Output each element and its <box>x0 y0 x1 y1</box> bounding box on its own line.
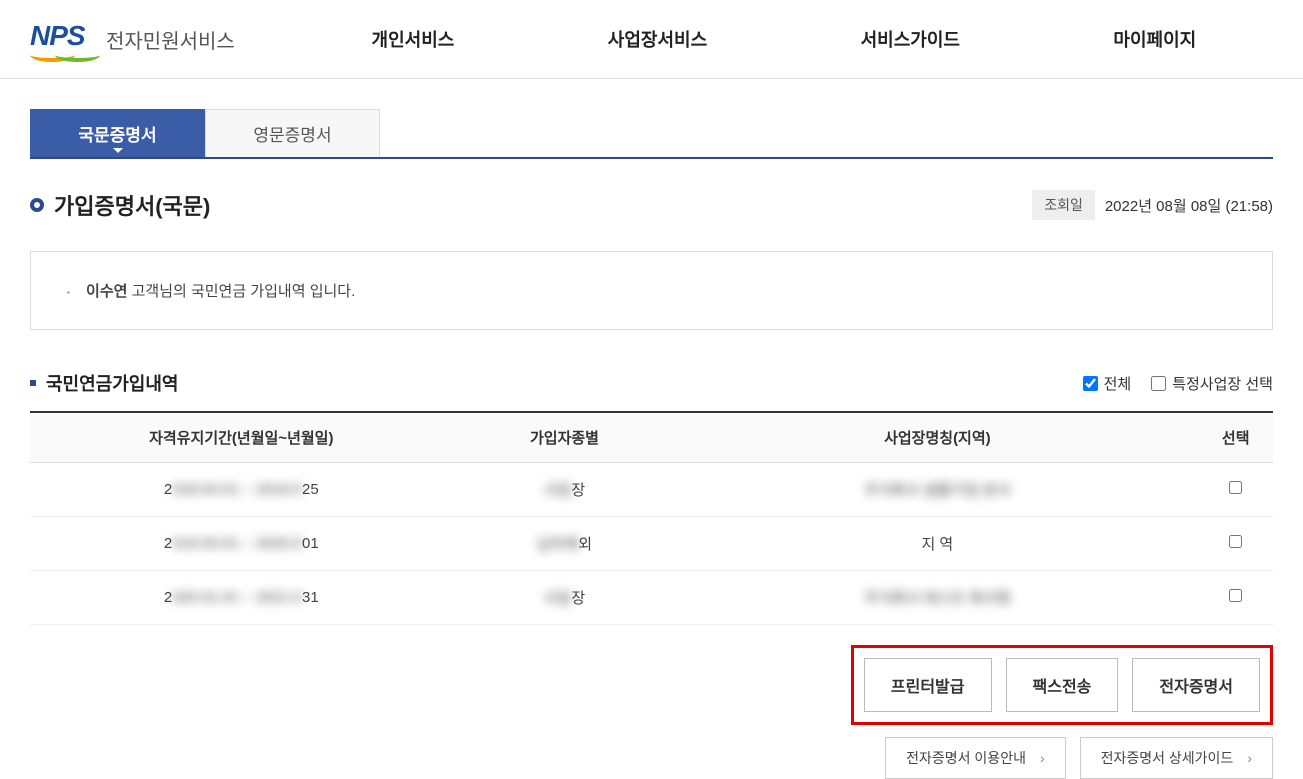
nav-guide[interactable]: 서비스가이드 <box>861 26 960 52</box>
fax-button[interactable]: 팩스전송 <box>1006 658 1119 712</box>
bullet-circle-icon <box>30 198 44 212</box>
filter-specific-label: 특정사업장 선택 <box>1172 373 1273 394</box>
logo-mark: NPS <box>30 20 85 51</box>
ecert-button[interactable]: 전자증명서 <box>1132 658 1260 712</box>
cell-type: 사업장 <box>453 463 677 517</box>
nav-business[interactable]: 사업장서비스 <box>608 26 707 52</box>
main-nav: 개인서비스 사업장서비스 서비스가이드 마이페이지 <box>295 26 1273 52</box>
guide-row: 전자증명서 이용안내 › 전자증명서 상세가이드 › <box>885 737 1273 779</box>
th-workplace: 사업장명칭(지역) <box>676 412 1198 463</box>
filter-all[interactable]: 전체 <box>1083 373 1132 394</box>
ecert-usage-label: 전자증명서 이용안내 <box>906 748 1026 768</box>
pension-table: 자격유지기간(년월일~년월일) 가입자종별 사업장명칭(지역) 선택 2018.… <box>30 411 1273 625</box>
page-title: 가입증명서(국문) <box>54 189 210 221</box>
cell-workplace: 지 역 <box>676 517 1198 571</box>
content: 국문증명서 영문증명서 가입증명서(국문) 조회일 2022년 08월 08일 … <box>0 79 1303 655</box>
filter-all-label: 전체 <box>1104 373 1132 394</box>
logo-block: NPS <box>30 20 100 58</box>
row-checkbox[interactable] <box>1229 481 1242 494</box>
logo-swoosh-icon <box>30 48 100 58</box>
tab-english-cert[interactable]: 영문증명서 <box>205 109 380 157</box>
cell-workplace: 주식회사 샘플기업 본사 <box>676 463 1198 517</box>
th-type: 가입자종별 <box>453 412 677 463</box>
section-right: 전체 특정사업장 선택 <box>1083 373 1273 394</box>
nav-mypage[interactable]: 마이페이지 <box>1113 26 1196 52</box>
query-date-label: 조회일 <box>1032 190 1095 220</box>
row-checkbox[interactable] <box>1229 535 1242 548</box>
table-row: 2019.03.01 ~ 2020.001 납부예외 지 역 <box>30 517 1273 571</box>
filter-all-checkbox[interactable] <box>1083 376 1098 391</box>
ecert-detail-label: 전자증명서 상세가이드 <box>1101 748 1234 768</box>
print-button[interactable]: 프린터발급 <box>864 658 992 712</box>
title-right: 조회일 2022년 08월 08일 (21:58) <box>1032 190 1273 220</box>
section-title: 국민연금가입내역 <box>46 370 178 396</box>
cell-period: 2018.04.01 ~ 2019.025 <box>30 463 453 517</box>
filter-specific-checkbox[interactable] <box>1151 376 1166 391</box>
ecert-detail-button[interactable]: 전자증명서 상세가이드 › <box>1080 737 1273 779</box>
table-row: 2018.04.01 ~ 2019.025 사업장 주식회사 샘플기업 본사 <box>30 463 1273 517</box>
chevron-right-icon: › <box>1040 750 1045 766</box>
cell-select <box>1198 463 1273 517</box>
info-text: 이수연 고객님의 국민연금 가입내역 입니다. <box>67 280 1236 301</box>
bullet-square-icon <box>30 380 36 386</box>
cell-period: 2019.03.01 ~ 2020.001 <box>30 517 453 571</box>
header: NPS 전자민원서비스 개인서비스 사업장서비스 서비스가이드 마이페이지 <box>0 0 1303 79</box>
cell-period: 2020.01.01 ~ 2021.031 <box>30 571 453 625</box>
row-checkbox[interactable] <box>1229 589 1242 602</box>
th-select: 선택 <box>1198 412 1273 463</box>
user-name: 이수연 <box>86 283 127 300</box>
info-suffix: 고객님의 국민연금 가입내역 입니다. <box>127 283 355 300</box>
title-row: 가입증명서(국문) 조회일 2022년 08월 08일 (21:58) <box>30 189 1273 221</box>
query-date-value: 2022년 08월 08일 (21:58) <box>1105 195 1273 216</box>
chevron-right-icon: › <box>1247 750 1252 766</box>
section-left: 국민연금가입내역 <box>30 370 178 396</box>
action-highlight-box: 프린터발급 팩스전송 전자증명서 <box>851 645 1273 725</box>
cell-type: 납부예외 <box>453 517 677 571</box>
tab-korean-cert[interactable]: 국문증명서 <box>30 109 205 157</box>
logo[interactable]: NPS 전자민원서비스 <box>30 20 235 58</box>
cell-select <box>1198 517 1273 571</box>
info-box: 이수연 고객님의 국민연금 가입내역 입니다. <box>30 251 1273 330</box>
filter-specific[interactable]: 특정사업장 선택 <box>1151 373 1273 394</box>
cell-workplace: 주식회사 테스트 회사명 <box>676 571 1198 625</box>
ecert-usage-button[interactable]: 전자증명서 이용안내 › <box>885 737 1065 779</box>
section-row: 국민연금가입내역 전체 특정사업장 선택 <box>30 370 1273 396</box>
cell-select <box>1198 571 1273 625</box>
nav-personal[interactable]: 개인서비스 <box>372 26 455 52</box>
table-row: 2020.01.01 ~ 2021.031 사업장 주식회사 테스트 회사명 <box>30 571 1273 625</box>
tabs: 국문증명서 영문증명서 <box>30 109 1273 159</box>
logo-text: 전자민원서비스 <box>106 25 235 54</box>
title-left: 가입증명서(국문) <box>30 189 210 221</box>
th-period: 자격유지기간(년월일~년월일) <box>30 412 453 463</box>
cell-type: 사업장 <box>453 571 677 625</box>
